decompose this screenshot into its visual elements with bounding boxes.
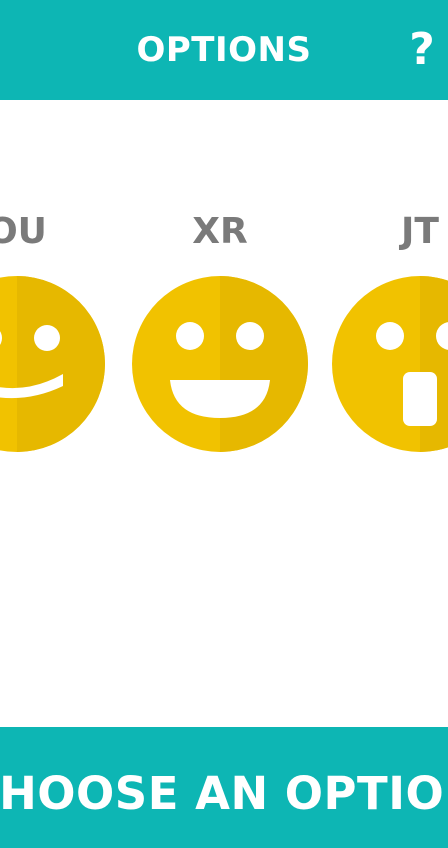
option-label: OU — [0, 211, 47, 252]
wink-smiley-icon — [0, 276, 105, 452]
help-button[interactable]: ? — [402, 22, 442, 78]
option-label: XR — [192, 211, 248, 252]
header-bar: OPTIONS ? — [0, 0, 448, 100]
grin-smiley-icon — [132, 276, 308, 452]
options-carousel[interactable]: OU XR JT — [0, 100, 448, 727]
choose-option-button[interactable]: CHOOSE AN OPTION — [0, 727, 448, 848]
page-title: OPTIONS — [136, 30, 312, 70]
app-screen: OPTIONS ? OU XR JT HOOSE AN OPTIO — [0, 0, 448, 848]
option-label: JT — [401, 211, 439, 252]
option-xr[interactable]: XR — [132, 210, 308, 452]
option-jt[interactable]: JT — [332, 210, 448, 452]
surprised-smiley-icon — [332, 276, 448, 452]
choose-option-label: CHOOSE AN OPTION — [0, 767, 448, 820]
option-ou[interactable]: OU — [0, 210, 105, 452]
